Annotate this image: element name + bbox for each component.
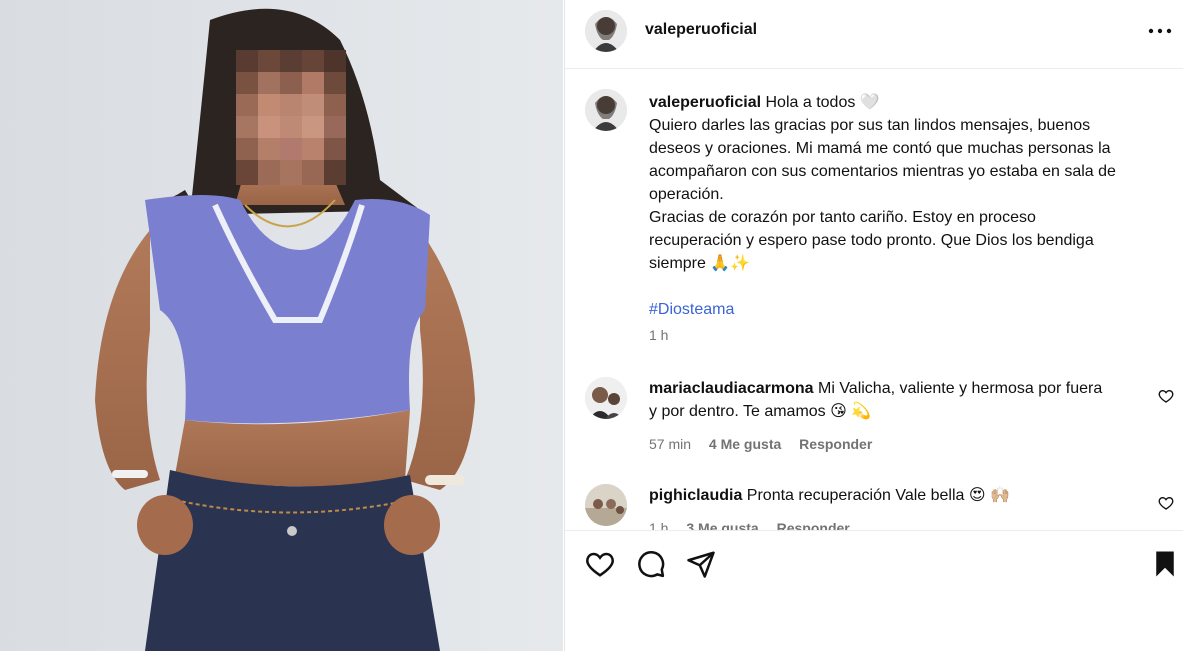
avatar-image — [585, 89, 627, 131]
post-caption: valeperuoficial Hola a todos 🤍 Quiero da… — [649, 91, 1164, 321]
commenter-avatar[interactable] — [585, 484, 627, 526]
avatar-image — [585, 377, 627, 419]
share-icon — [687, 551, 715, 578]
comment-line: y por dentro. Te amamos 😘 💫 — [649, 403, 872, 420]
comment-likes[interactable]: 4 Me gusta — [709, 436, 781, 452]
hashtag-link[interactable]: #Diosteama — [649, 298, 1164, 321]
comment-like-button[interactable] — [1158, 388, 1174, 404]
comment-text: mariaclaudiacarmona Mi Valicha, valiente… — [649, 377, 1129, 423]
reply-button[interactable]: Responder — [777, 520, 850, 530]
caption-line: operación. — [649, 186, 724, 203]
avatar-image — [585, 484, 627, 526]
save-button[interactable] — [1150, 549, 1180, 579]
more-icon — [1148, 28, 1172, 34]
caption-avatar[interactable] — [585, 89, 627, 131]
post-photo — [0, 0, 563, 651]
comments-scroll-area[interactable]: valeperuoficial Hola a todos 🤍 Quiero da… — [565, 69, 1183, 530]
comment-like-button[interactable] — [1158, 495, 1174, 511]
reply-button[interactable]: Responder — [799, 436, 872, 452]
post-image[interactable] — [0, 0, 563, 651]
caption-line: recuperación y espero pase todo pronto. … — [649, 232, 1094, 249]
caption-line: acompañaron con sus comentarios mientras… — [649, 163, 1116, 180]
caption-timestamp[interactable]: 1 h — [649, 327, 668, 343]
avatar-image — [585, 10, 627, 52]
like-button[interactable] — [585, 549, 615, 579]
comment-username[interactable]: pighiclaudia — [649, 487, 742, 504]
caption-line: deseos y oraciones. Mi mamá me contó que… — [649, 140, 1111, 157]
comment-text: pighiclaudia Pronta recuperación Vale be… — [649, 484, 1129, 507]
author-username[interactable]: valeperuoficial — [645, 21, 757, 39]
commenter-avatar[interactable] — [585, 377, 627, 419]
caption-username[interactable]: valeperuoficial — [649, 94, 761, 111]
comment-line: Pronta recuperación Vale bella 😍 🙌🏼 — [746, 487, 1010, 504]
comment-likes[interactable]: 3 Me gusta — [686, 520, 758, 530]
share-button[interactable] — [686, 549, 716, 579]
caption-line: Quiero darles las gracias por sus tan li… — [649, 117, 1091, 134]
author-avatar[interactable] — [585, 10, 627, 52]
post-details-panel: valeperuoficial valeperuoficial Hola a t… — [564, 0, 1183, 651]
comment-username[interactable]: mariaclaudiacarmona — [649, 380, 814, 397]
post-header: valeperuoficial — [565, 0, 1183, 69]
more-options-button[interactable] — [1146, 16, 1174, 44]
action-bar — [565, 530, 1183, 652]
heart-icon — [1158, 389, 1174, 403]
caption-line: Gracias de corazón por tanto cariño. Est… — [649, 209, 1036, 226]
comment-meta: 57 min 4 Me gusta Responder — [649, 436, 872, 452]
comment-timestamp[interactable]: 1 h — [649, 520, 668, 530]
comment-meta: 1 h 3 Me gusta Responder — [649, 520, 850, 530]
caption-line: siempre 🙏✨ — [649, 255, 751, 272]
comment-line: Mi Valicha, valiente y hermosa por fuera — [817, 380, 1103, 397]
heart-icon — [586, 552, 614, 577]
comment-button[interactable] — [636, 549, 666, 579]
bookmark-icon — [1156, 551, 1174, 577]
heart-icon — [1158, 496, 1174, 510]
comment-icon — [638, 551, 665, 578]
caption-line: Hola a todos 🤍 — [765, 94, 880, 111]
comment-timestamp[interactable]: 57 min — [649, 436, 691, 452]
